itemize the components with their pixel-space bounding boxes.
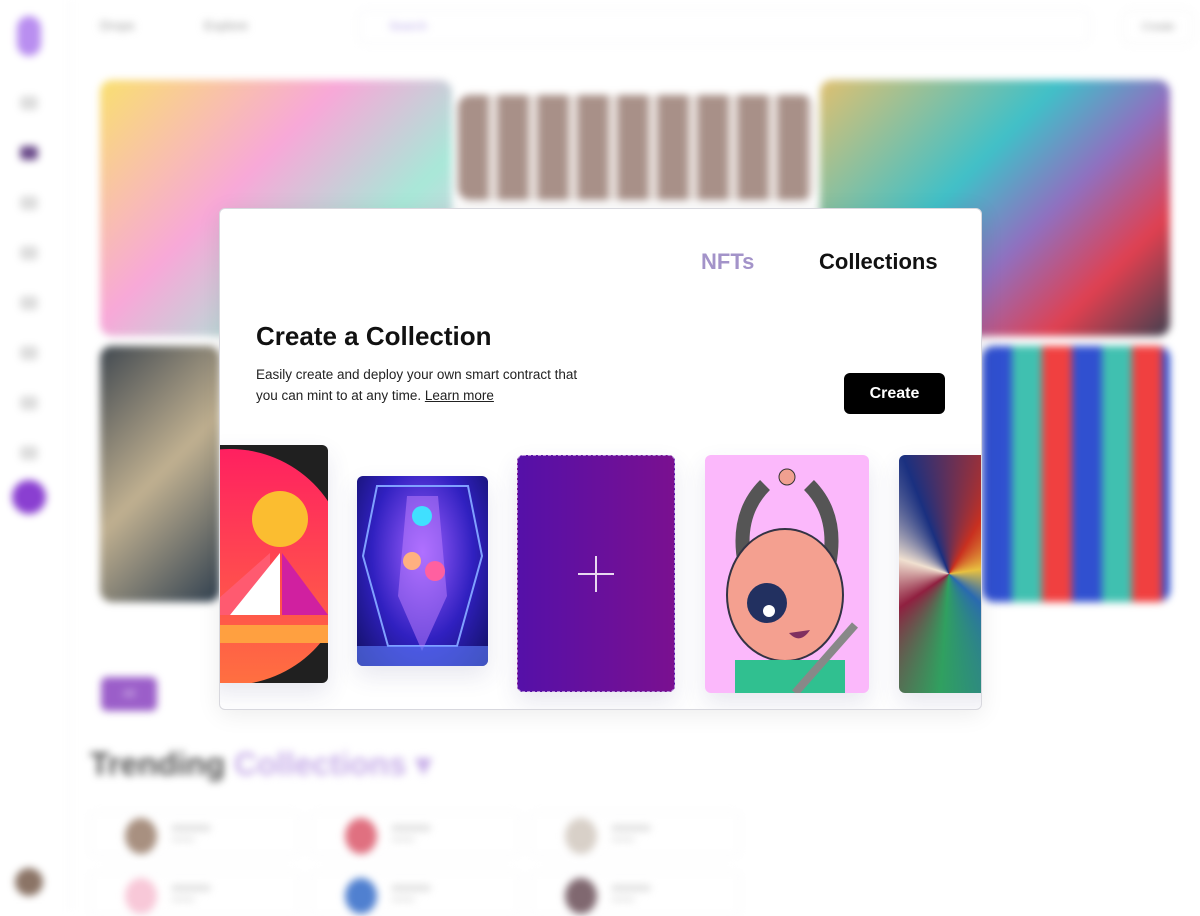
chevron-down-icon[interactable]: ▾ xyxy=(415,746,431,782)
tab-nfts[interactable]: NFTs xyxy=(701,249,754,275)
avatar[interactable] xyxy=(15,868,43,896)
drops-icon[interactable] xyxy=(20,146,38,160)
bell-icon[interactable] xyxy=(20,296,38,310)
list-item[interactable] xyxy=(530,872,740,916)
hero-image[interactable] xyxy=(982,346,1170,602)
sidebar xyxy=(0,0,70,910)
message-icon[interactable] xyxy=(20,346,38,360)
hero-image[interactable] xyxy=(458,95,814,200)
robot-character-art[interactable] xyxy=(705,455,869,693)
list-item[interactable] xyxy=(90,812,300,856)
nav-explore[interactable]: Explore xyxy=(204,18,248,33)
logo[interactable] xyxy=(17,16,41,56)
tab-collections[interactable]: Collections xyxy=(819,249,938,275)
chart-icon[interactable] xyxy=(20,246,38,260)
trending-prefix: Trending xyxy=(90,746,226,782)
create-button[interactable]: Create xyxy=(844,373,945,414)
avatar xyxy=(565,818,597,854)
crystal-mask-art[interactable] xyxy=(357,476,488,666)
list-item[interactable] xyxy=(530,812,740,856)
learn-more-link[interactable]: Learn more xyxy=(425,388,494,403)
avatar xyxy=(345,878,377,914)
avatar xyxy=(125,878,157,914)
home-icon[interactable] xyxy=(20,96,38,110)
filter-all-button[interactable]: All xyxy=(101,677,157,711)
avatar xyxy=(125,818,157,854)
hero-image[interactable] xyxy=(100,346,220,602)
add-collection-card[interactable] xyxy=(517,455,675,692)
avatar xyxy=(345,818,377,854)
topbar: Drops Explore Search Create xyxy=(70,0,1200,52)
trending-accent[interactable]: Collections xyxy=(234,746,406,782)
create-nav-button[interactable]: Create xyxy=(1122,10,1194,44)
search-input[interactable]: Search xyxy=(358,10,1090,44)
create-nav-icon[interactable] xyxy=(12,480,46,514)
grid-icon[interactable] xyxy=(20,196,38,210)
avatar xyxy=(565,878,597,914)
user-icon[interactable] xyxy=(20,446,38,460)
list-item[interactable] xyxy=(90,872,300,916)
modal-title: Create a Collection xyxy=(256,321,492,351)
abstract-paint-art[interactable] xyxy=(899,455,981,693)
sailboat-art[interactable] xyxy=(220,445,328,683)
list-item[interactable] xyxy=(310,812,520,856)
nav-drops[interactable]: Drops xyxy=(100,18,135,33)
modal-description: Easily create and deploy your own smart … xyxy=(256,364,596,406)
trending-heading: Trending Collections ▾ xyxy=(90,745,431,783)
list-item[interactable] xyxy=(310,872,520,916)
upload-icon[interactable] xyxy=(20,396,38,410)
create-modal: NFTs Collections Create a Collection Eas… xyxy=(219,208,982,710)
description-text: Easily create and deploy your own smart … xyxy=(256,367,578,403)
plus-icon xyxy=(578,555,614,592)
